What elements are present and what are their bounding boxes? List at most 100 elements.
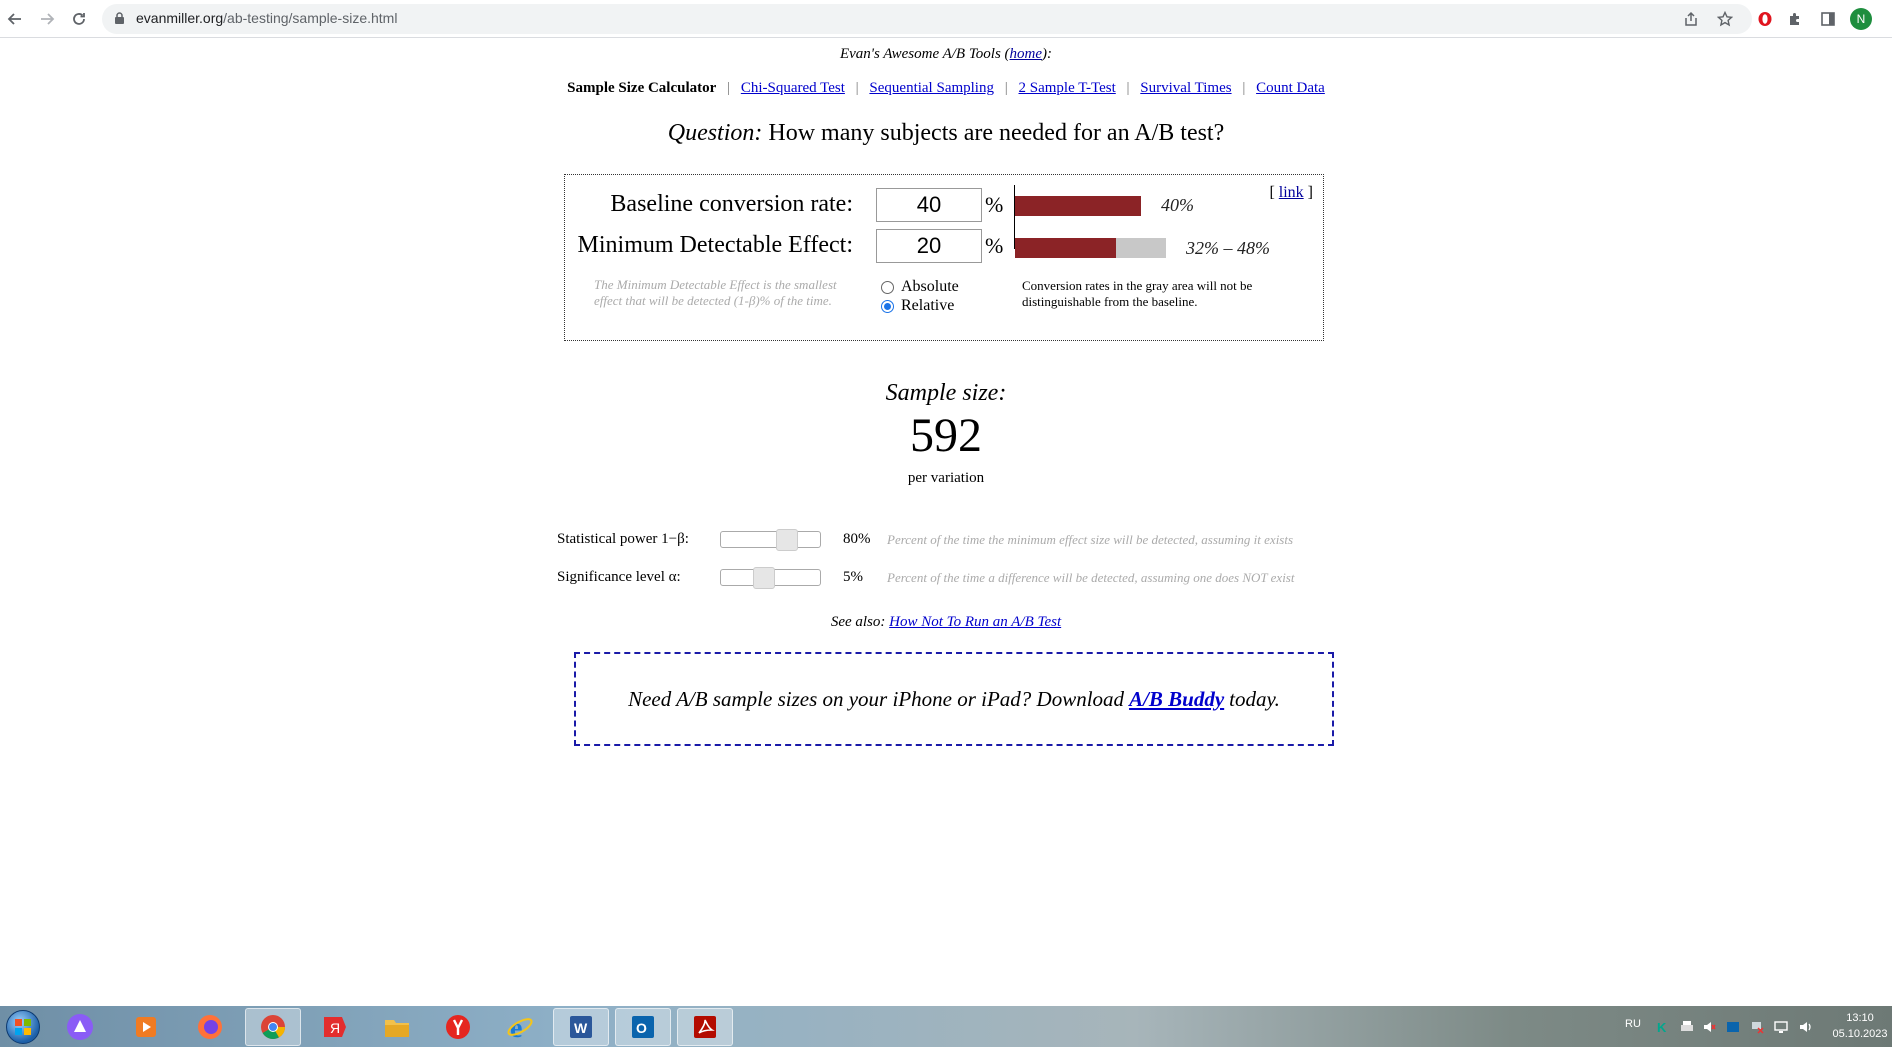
nav-separator: | (727, 80, 731, 96)
sample-size-unit: per variation (907, 470, 985, 486)
calculator-panel: Baseline conversion rate: 40 % 40% Minim… (564, 174, 1324, 341)
outlook-icon[interactable]: O (615, 1008, 671, 1046)
yandex-icon[interactable] (430, 1008, 486, 1046)
radio-absolute[interactable]: Absolute (881, 278, 959, 296)
question-prefix: Question: (667, 120, 763, 146)
mde-percent-sign: % (985, 233, 1004, 258)
mde-gray-area (1116, 238, 1166, 258)
see-also-link[interactable]: How Not To Run an A/B Test (889, 614, 1061, 630)
media-player-icon[interactable] (118, 1008, 174, 1046)
home-link[interactable]: home (1010, 46, 1043, 62)
volume-muted-icon[interactable] (1702, 1020, 1716, 1034)
link-close-bracket: ] (1307, 184, 1313, 201)
promo-banner: Need A/B sample sizes on your iPhone or … (574, 652, 1334, 746)
mde-explanation: The Minimum Detectable Effect is the sma… (594, 277, 837, 308)
ab-buddy-link[interactable]: A/B Buddy (1129, 687, 1224, 712)
mde-label: Minimum Detectable Effect: (577, 232, 853, 258)
keyboard-language[interactable]: RU (1625, 1018, 1641, 1030)
mde-input[interactable]: 20 (876, 229, 982, 263)
radio-relative[interactable]: Relative (881, 297, 954, 315)
mde-lower-bar (1015, 238, 1116, 258)
forward-button[interactable] (34, 6, 60, 32)
profile-avatar[interactable]: N (1850, 8, 1872, 30)
significance-slider-handle[interactable] (753, 567, 775, 589)
opera-extension-icon[interactable] (1755, 9, 1775, 29)
reload-icon (73, 13, 85, 25)
baseline-label: Baseline conversion rate: (610, 191, 853, 217)
nav-separator: | (1126, 80, 1130, 96)
radio-absolute-label: Absolute (901, 278, 959, 295)
see-also: See also: How Not To Run an A/B Test (0, 614, 1892, 631)
radio-relative-button[interactable] (881, 299, 894, 313)
kaspersky-icon[interactable]: K (1656, 1020, 1670, 1034)
windows-taskbar: Я e W O RU K 13:10 05.10.2023 (0, 1006, 1892, 1047)
alice-icon[interactable] (52, 1008, 108, 1046)
radio-absolute-button[interactable] (881, 280, 894, 294)
side-panel-icon[interactable] (1818, 9, 1838, 29)
power-description: Percent of the time the minimum effect s… (887, 532, 1294, 547)
display-icon[interactable] (1774, 1020, 1788, 1034)
permalink: [ link ] (1269, 184, 1313, 202)
nav-sequential-sampling[interactable]: Sequential Sampling (869, 80, 994, 96)
file-explorer-icon[interactable] (369, 1008, 425, 1046)
power-slider[interactable] (720, 529, 821, 551)
clock-date: 05.10.2023 (1832, 1028, 1888, 1040)
power-value: 80% (843, 531, 871, 547)
tools-header-prefix: Evan's Awesome A/B Tools ( (839, 46, 1010, 62)
forward-arrow-icon (41, 13, 55, 25)
baseline-bar (1015, 196, 1141, 216)
tools-header: Evan's Awesome A/B Tools (home): (0, 46, 1892, 63)
extensions-puzzle-icon[interactable] (1785, 9, 1805, 29)
nav-chi-squared-test[interactable]: Chi-Squared Test (741, 80, 845, 96)
link-open-bracket: [ (1269, 184, 1275, 201)
svg-text:K: K (1657, 1020, 1667, 1034)
clock-time: 13:10 (1846, 1012, 1874, 1024)
power-label: Statistical power 1−β: (557, 531, 689, 547)
nav-separator: | (855, 80, 859, 96)
taskbar-clock[interactable]: 13:10 05.10.2023 (1830, 1010, 1890, 1042)
significance-description: Percent of the time a difference will be… (887, 570, 1295, 585)
mde-range-label: 32% – 48% (1186, 238, 1270, 258)
nav-count-data[interactable]: Count Data (1256, 80, 1325, 96)
tools-header-suffix: ): (1042, 46, 1053, 62)
windows-logo-icon (6, 1010, 40, 1044)
question-text: How many subjects are needed for an A/B … (768, 120, 1225, 146)
nav-separator: | (1242, 80, 1246, 96)
nav-2-sample-t-test[interactable]: 2 Sample T-Test (1019, 80, 1116, 96)
tools-nav: Sample Size Calculator | Chi-Squared Tes… (0, 80, 1892, 97)
browser-toolbar: evanmiller.org/ab-testing/sample-size.ht… (0, 0, 1892, 38)
lock-icon (115, 12, 124, 24)
share-icon[interactable] (1682, 10, 1700, 28)
page-question: Question: How many subjects are needed f… (0, 120, 1892, 147)
baseline-input[interactable]: 40 (876, 188, 982, 222)
sample-size-title: Sample size: (885, 380, 1007, 406)
nav-survival-times[interactable]: Survival Times (1140, 80, 1231, 96)
significance-slider[interactable] (720, 567, 821, 589)
reload-button[interactable] (66, 6, 92, 32)
svg-text:W: W (574, 1020, 588, 1036)
bookmark-star-icon[interactable] (1716, 10, 1734, 28)
back-button[interactable] (2, 6, 28, 32)
speaker-icon[interactable] (1798, 1020, 1812, 1034)
nav-separator: | (1004, 80, 1008, 96)
outlook-tray-icon[interactable] (1726, 1020, 1740, 1034)
url-text: evanmiller.org/ab-testing/sample-size.ht… (136, 10, 397, 26)
yandex-browser-icon[interactable]: Я (307, 1008, 363, 1046)
url-domain: evanmiller.org (136, 10, 224, 26)
see-also-prefix: See also: (830, 614, 886, 630)
start-button[interactable] (3, 1008, 43, 1046)
permalink-link[interactable]: link (1279, 184, 1304, 201)
svg-text:O: O (636, 1020, 647, 1036)
promo-prefix: Need A/B sample sizes on your iPhone or … (628, 686, 1125, 711)
address-bar[interactable]: evanmiller.org/ab-testing/sample-size.ht… (102, 4, 1752, 34)
baseline-percent-sign: % (985, 192, 1004, 217)
printer-icon[interactable] (1680, 1020, 1694, 1034)
firefox-icon[interactable] (182, 1008, 238, 1046)
acrobat-icon[interactable] (677, 1008, 733, 1046)
power-slider-handle[interactable] (776, 529, 798, 551)
chrome-icon[interactable] (245, 1008, 301, 1046)
svg-text:Я: Я (330, 1020, 340, 1036)
word-icon[interactable]: W (553, 1008, 609, 1046)
internet-explorer-icon[interactable]: e (492, 1008, 548, 1046)
network-error-icon[interactable] (1750, 1020, 1764, 1034)
